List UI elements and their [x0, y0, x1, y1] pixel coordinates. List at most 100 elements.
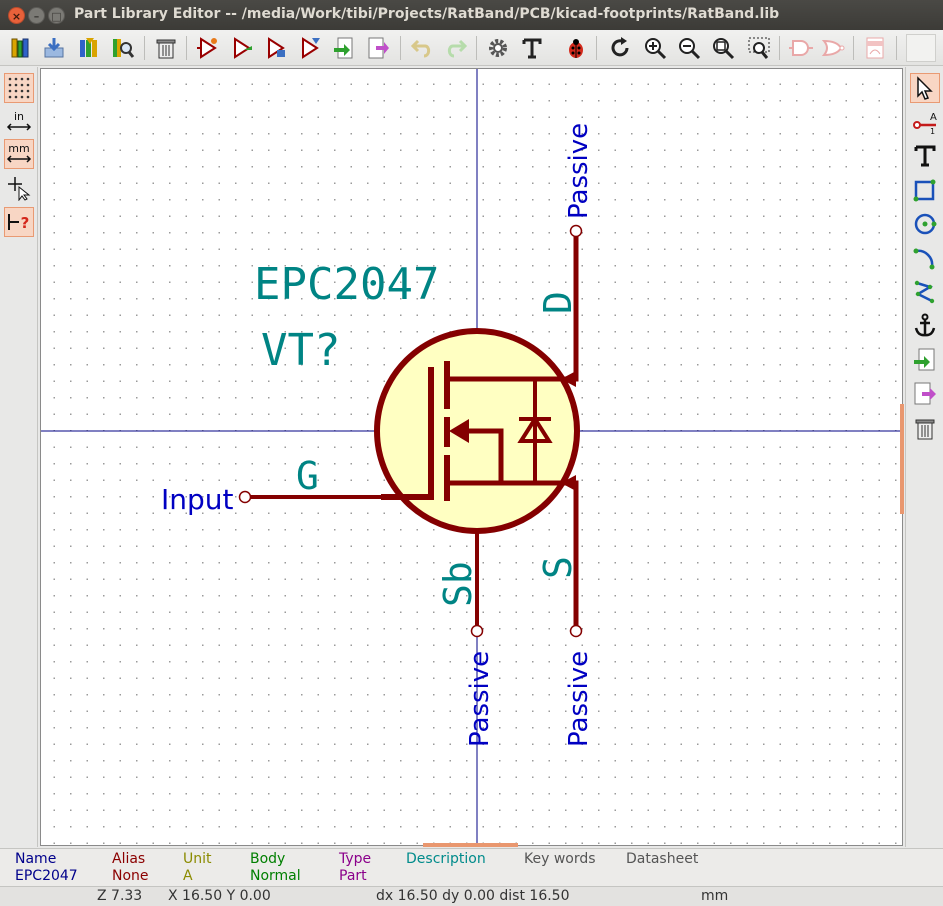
pin-g-type: Input	[161, 483, 234, 516]
units-mm-icon: mm	[6, 142, 32, 163]
msg-body-header: Body	[250, 851, 286, 867]
select-tool-button[interactable]	[910, 73, 940, 103]
units-inch-icon: in	[6, 110, 32, 131]
export-file-icon	[914, 382, 936, 405]
pin-sb-end[interactable]	[470, 624, 484, 638]
crosshair-cursor-icon	[8, 177, 31, 201]
pin-icon: A1	[913, 112, 937, 135]
message-panel: Name EPC2047 Alias None Unit A Body Norm…	[0, 848, 943, 886]
pin-d-end[interactable]	[569, 224, 583, 238]
part-properties-button[interactable]	[484, 34, 512, 62]
maximize-window-button[interactable]: □	[48, 7, 65, 24]
msg-col-keywords: Key words	[524, 851, 596, 868]
msg-keywords-header: Key words	[524, 851, 596, 867]
msg-col-description: Description	[406, 851, 486, 868]
pin-d-type: Passive	[564, 123, 594, 219]
left-options-toolbar: in mm ?	[0, 67, 38, 847]
search-library-button[interactable]	[109, 34, 137, 62]
msg-alias-header: Alias	[112, 851, 146, 867]
schematic-canvas[interactable]: EPC2047 VT? G D S Sb Input Passive Passi…	[40, 68, 904, 847]
units-mm-button[interactable]: mm	[4, 139, 34, 169]
text-t-icon	[914, 145, 936, 167]
close-window-button[interactable]: ×	[8, 7, 25, 24]
add-pin-button[interactable]: A1	[910, 107, 940, 137]
zoom-area-icon	[748, 37, 770, 59]
units-inches-button[interactable]: in	[4, 107, 34, 137]
toggle-grid-button[interactable]	[4, 73, 34, 103]
load-part-button[interactable]	[228, 34, 256, 62]
show-normal-body-button[interactable]	[787, 34, 815, 62]
polyline-icon	[914, 280, 935, 304]
value-field[interactable]: EPC2047	[254, 259, 439, 310]
msg-unit-value: A	[183, 868, 193, 884]
import-drawing-button[interactable]	[910, 345, 940, 375]
units-mm-label: mm	[8, 142, 29, 155]
toolbar-separator	[779, 36, 780, 60]
zoom-in-button[interactable]	[641, 34, 669, 62]
horizontal-scroll-indicator[interactable]	[423, 843, 518, 847]
save-library-button[interactable]	[40, 34, 68, 62]
gear-icon	[489, 39, 507, 57]
export-drawing-button[interactable]	[910, 379, 940, 409]
pin-s-end[interactable]	[569, 624, 583, 638]
field-properties-button[interactable]	[518, 34, 546, 62]
library-search-icon	[113, 39, 135, 58]
part-select-dropdown[interactable]	[906, 34, 936, 62]
save-part-button[interactable]	[262, 34, 290, 62]
add-circle-button[interactable]	[910, 209, 940, 239]
pdf-document-icon	[866, 37, 884, 59]
ladybug-icon	[569, 39, 583, 58]
export-part-button[interactable]	[364, 34, 392, 62]
update-part-button[interactable]	[296, 34, 324, 62]
cursor-shape-button[interactable]	[4, 173, 34, 203]
show-demorgan-body-button[interactable]	[819, 34, 847, 62]
show-pin-electrical-type-button[interactable]: ?	[4, 207, 34, 237]
pin-g-end[interactable]	[238, 490, 252, 504]
vertical-scroll-indicator[interactable]	[900, 404, 904, 514]
svg-text:?: ?	[21, 214, 30, 232]
add-rectangle-button[interactable]	[910, 175, 940, 205]
set-anchor-button[interactable]	[910, 311, 940, 341]
view-datasheet-button[interactable]	[861, 34, 889, 62]
redraw-button[interactable]	[606, 34, 634, 62]
window-title: Part Library Editor -- /media/Work/tibi/…	[74, 6, 780, 22]
units-inch-label: in	[14, 110, 24, 123]
msg-name-value: EPC2047	[15, 868, 78, 884]
anchor-icon	[914, 313, 936, 337]
select-library-button[interactable]	[8, 34, 36, 62]
new-component-icon	[197, 37, 217, 59]
pin-d-name: D	[536, 291, 580, 314]
save-library-icon	[44, 38, 64, 58]
add-text-button[interactable]	[910, 141, 940, 171]
add-arc-button[interactable]	[910, 243, 940, 273]
import-file-icon	[914, 348, 935, 371]
msg-unit-header: Unit	[183, 851, 212, 867]
import-part-button[interactable]	[330, 34, 358, 62]
zoom-fit-icon	[713, 38, 735, 60]
delete-part-button[interactable]	[152, 34, 180, 62]
undo-button[interactable]	[408, 34, 436, 62]
library-browse-icon	[80, 38, 97, 57]
browse-libraries-button[interactable]	[76, 34, 104, 62]
toolbar-separator	[186, 36, 187, 60]
circle-icon	[914, 213, 937, 235]
rectangle-icon	[913, 179, 936, 202]
redo-button[interactable]	[442, 34, 470, 62]
reference-field[interactable]: VT?	[261, 325, 340, 376]
arc-icon	[913, 248, 935, 270]
pin-g-name: G	[296, 454, 319, 498]
zoom-fit-button[interactable]	[709, 34, 737, 62]
zoom-out-icon	[679, 38, 701, 60]
or-gate-icon	[821, 39, 845, 57]
minimize-window-button[interactable]: –	[28, 7, 45, 24]
toolbar-separator	[596, 36, 597, 60]
zoom-selection-button[interactable]	[745, 34, 773, 62]
zoom-out-button[interactable]	[675, 34, 703, 62]
new-part-button[interactable]	[194, 34, 222, 62]
delete-item-button[interactable]	[910, 413, 940, 443]
export-file-icon	[368, 37, 389, 59]
add-polyline-button[interactable]	[910, 277, 940, 307]
toolbar-separator	[400, 36, 401, 60]
erc-check-button[interactable]	[562, 34, 590, 62]
pin-sb-type: Passive	[465, 651, 495, 747]
